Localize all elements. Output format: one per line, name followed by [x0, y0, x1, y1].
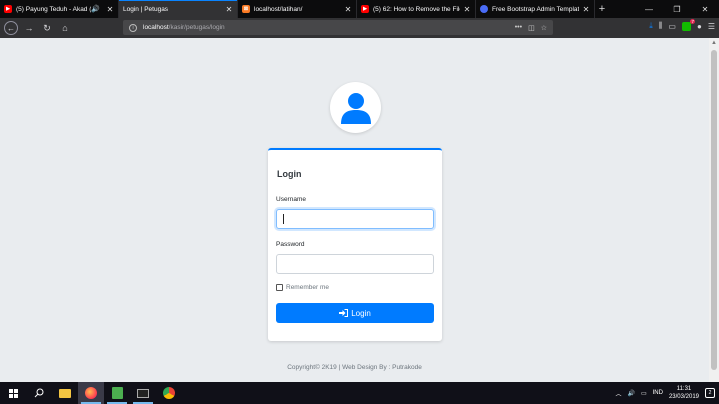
- avatar: [330, 82, 381, 133]
- speaker-icon[interactable]: 🔊: [91, 5, 100, 13]
- chrome-icon: [163, 387, 175, 399]
- user-icon: [340, 92, 371, 124]
- firefox-icon: [85, 387, 97, 399]
- addon-icon[interactable]: ●: [697, 22, 702, 31]
- start-button[interactable]: [0, 382, 26, 404]
- tab-title: Free Bootstrap Admin Templat: [492, 5, 579, 13]
- taskbar: ︿ 🔊 ▭ IND 11:31 23/03/2019 2: [0, 382, 719, 404]
- username-label: Username: [276, 196, 306, 203]
- chrome-button[interactable]: [156, 382, 182, 404]
- download-icon[interactable]: ⤓: [649, 21, 653, 31]
- search-button[interactable]: [26, 382, 52, 404]
- youtube-icon: ▶: [4, 5, 12, 13]
- home-icon[interactable]: ⌂: [58, 21, 72, 35]
- scroll-up-icon[interactable]: ▲: [711, 40, 717, 46]
- file-explorer-button[interactable]: [52, 382, 78, 404]
- bookmark-star-icon[interactable]: ☆: [541, 24, 547, 32]
- browser-tab-4[interactable]: ▶ (5) 62: How to Remove the File ✕: [357, 0, 476, 18]
- pocket-icon[interactable]: ◫: [528, 24, 535, 32]
- extension-icon[interactable]: 7: [681, 18, 695, 31]
- sign-in-icon: [339, 309, 349, 317]
- clock[interactable]: 11:31 23/03/2019: [669, 385, 699, 401]
- password-input[interactable]: [276, 254, 434, 274]
- back-icon[interactable]: ←: [4, 21, 18, 35]
- nav-bar: ← → ↻ ⌂ i localhost/kasir/petugas/login …: [0, 18, 719, 38]
- site-icon: [480, 5, 488, 13]
- login-card: Login Username Password Remember me Logi…: [268, 148, 442, 341]
- close-tab-icon[interactable]: ✕: [463, 5, 471, 14]
- reload-icon[interactable]: ↻: [40, 21, 54, 35]
- tab-title: (5) 62: How to Remove the File: [373, 5, 460, 13]
- terminal-icon: [137, 388, 149, 398]
- youtube-icon: ▶: [361, 5, 369, 13]
- close-tab-icon[interactable]: ✕: [582, 5, 590, 14]
- url-path: /kasir/petugas/login: [168, 24, 225, 31]
- tab-title: localhost/latihan/: [254, 5, 303, 13]
- login-button[interactable]: Login: [276, 303, 434, 323]
- close-tab-icon[interactable]: ✕: [106, 5, 114, 14]
- tab-bar: ▶ (5) Payung Teduh - Akad (c 🔊 ✕ Login |…: [0, 0, 719, 18]
- sidebar-icon[interactable]: ▭: [668, 22, 676, 31]
- username-input[interactable]: [276, 209, 434, 229]
- new-tab-icon[interactable]: +: [595, 0, 609, 18]
- browser-tab-3[interactable]: ⊠ localhost/latihan/ ✕: [238, 0, 357, 18]
- remember-label: Remember me: [286, 284, 329, 291]
- more-icon[interactable]: •••: [515, 24, 522, 32]
- scrollbar[interactable]: ▲: [709, 38, 719, 382]
- info-icon[interactable]: i: [129, 23, 137, 32]
- footer-copyright: Copyright© 2K19 | Web Design By : Putrak…: [287, 364, 422, 371]
- notepad-icon: [111, 387, 123, 399]
- minimize-icon[interactable]: —: [635, 5, 663, 14]
- text-caret: [283, 214, 284, 224]
- folder-icon: [59, 388, 71, 398]
- remember-checkbox[interactable]: [276, 284, 283, 291]
- password-label: Password: [276, 241, 305, 248]
- tab-title: Login | Petugas: [123, 5, 169, 13]
- chevron-up-icon[interactable]: ︿: [615, 389, 621, 398]
- tab-title: (5) Payung Teduh - Akad (c: [16, 5, 92, 13]
- library-icon[interactable]: ⫼: [659, 21, 663, 31]
- remember-me[interactable]: Remember me: [276, 284, 329, 291]
- forward-icon[interactable]: →: [22, 21, 36, 35]
- volume-icon[interactable]: 🔊: [627, 390, 634, 397]
- browser-tab-1[interactable]: ▶ (5) Payung Teduh - Akad (c 🔊 ✕: [0, 0, 119, 18]
- extension-badge: 7: [690, 18, 695, 24]
- clock-time: 11:31: [676, 386, 692, 392]
- system-tray: ︿ 🔊 ▭ IND 11:31 23/03/2019 2: [615, 385, 719, 401]
- scroll-thumb[interactable]: [711, 50, 717, 370]
- notification-icon[interactable]: 2: [705, 388, 715, 398]
- close-tab-icon[interactable]: ✕: [344, 5, 352, 14]
- search-icon: [34, 388, 44, 398]
- notification-count: 2: [708, 390, 712, 396]
- xampp-icon: ⊠: [242, 5, 250, 13]
- browser-tab-2[interactable]: Login | Petugas ✕: [119, 0, 238, 18]
- windows-icon: [8, 388, 18, 398]
- language-indicator[interactable]: IND: [653, 390, 663, 396]
- firefox-button[interactable]: [78, 382, 104, 404]
- notepad-button[interactable]: [104, 382, 130, 404]
- network-icon[interactable]: ▭: [641, 390, 647, 397]
- browser-tab-5[interactable]: Free Bootstrap Admin Templat ✕: [476, 0, 595, 18]
- login-button-label: Login: [351, 308, 371, 318]
- restore-icon[interactable]: ❐: [663, 5, 691, 14]
- card-title: Login: [277, 169, 302, 179]
- menu-icon[interactable]: ☰: [708, 22, 715, 31]
- url-bar[interactable]: i localhost/kasir/petugas/login ••• ◫ ☆: [123, 20, 553, 35]
- window-controls: — ❐ ✕: [635, 0, 719, 18]
- clock-date: 23/03/2019: [668, 394, 699, 400]
- close-window-icon[interactable]: ✕: [691, 5, 719, 14]
- close-tab-icon[interactable]: ✕: [225, 5, 233, 14]
- url-host: localhost: [143, 24, 169, 31]
- terminal-button[interactable]: [130, 382, 156, 404]
